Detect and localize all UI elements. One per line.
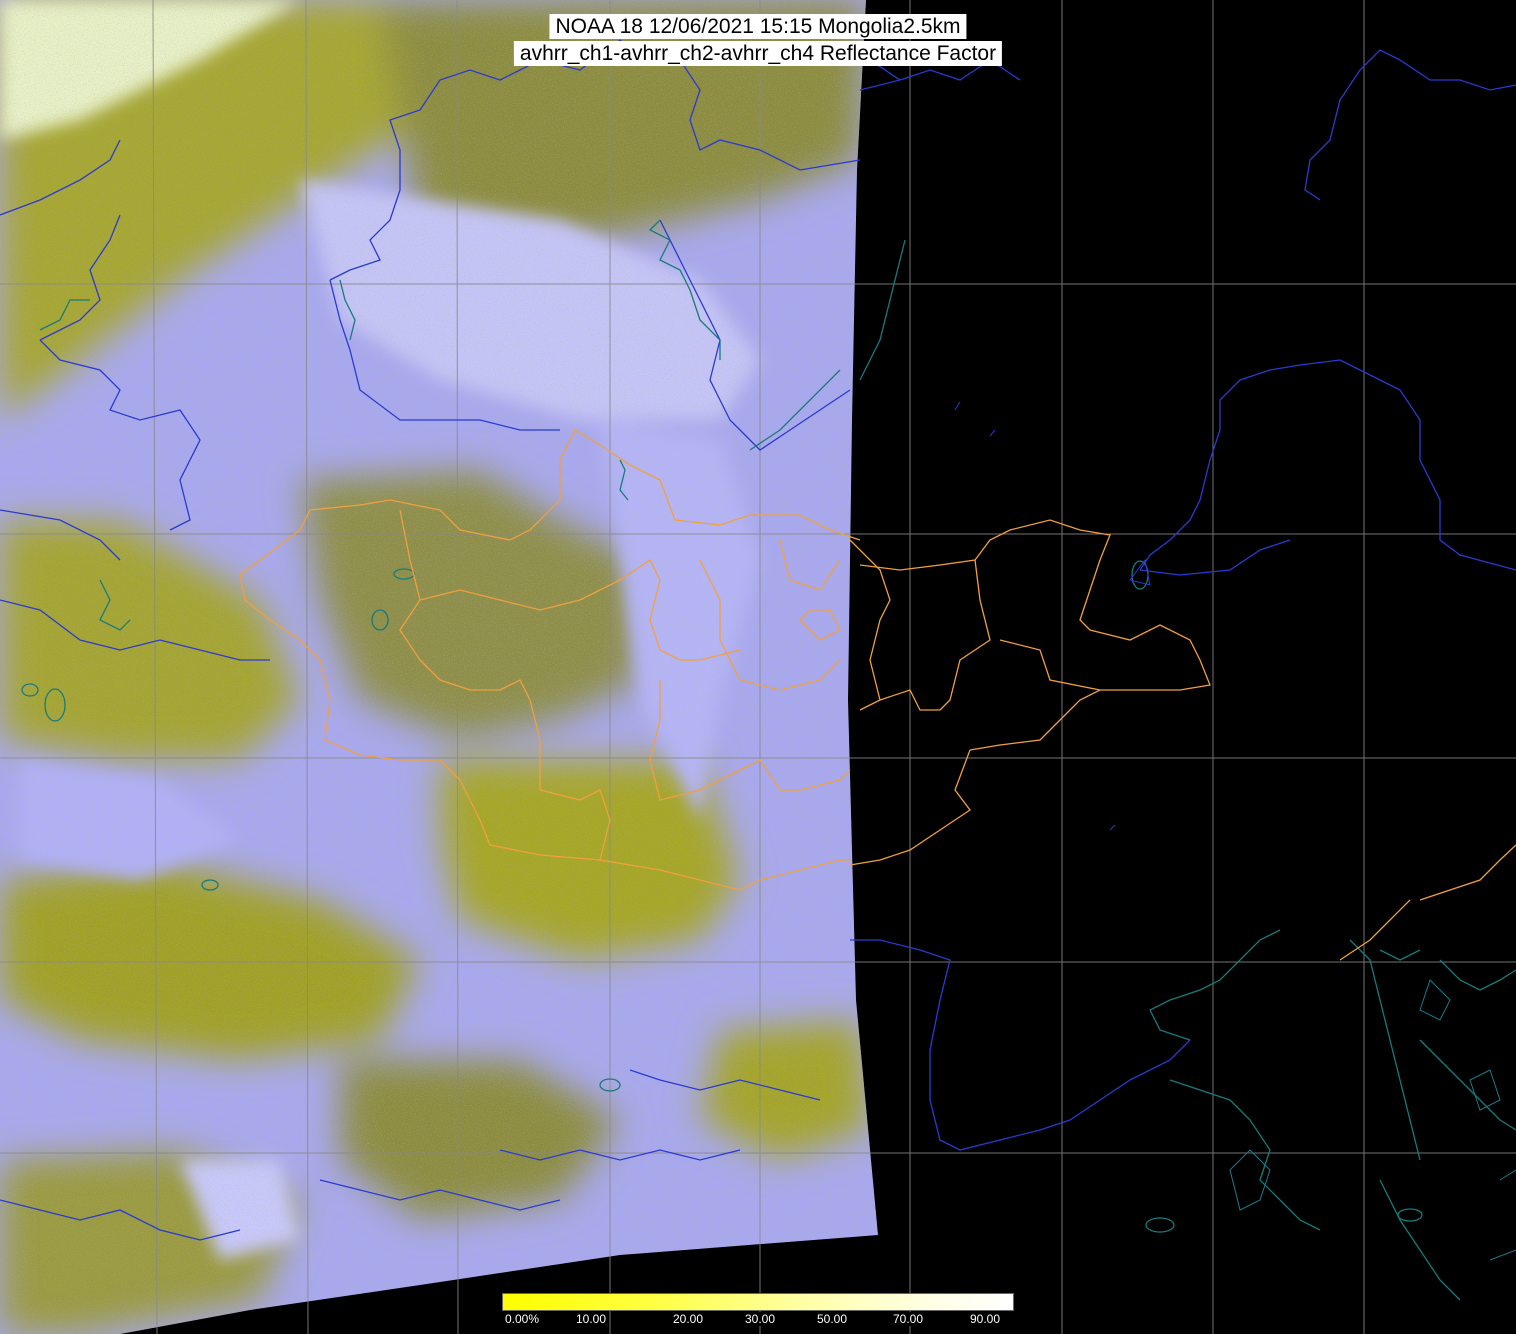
noise-texture xyxy=(0,0,878,1334)
colorbar-tick-label: 50.00 xyxy=(816,1312,849,1326)
colorbar-gradient xyxy=(502,1293,1014,1311)
colorbar-tick-label: 90.00 xyxy=(969,1312,1002,1326)
colorbar-legend: 0.00% 10.00 20.00 30.00 50.00 70.00 90.00 xyxy=(502,1293,1014,1333)
satellite-swath xyxy=(0,0,878,1334)
map-title: NOAA 18 12/06/2021 15:15 Mongolia2.5km xyxy=(549,14,967,39)
colorbar-tick-label: 70.00 xyxy=(892,1312,925,1326)
colorbar-tick-label: 0.00% xyxy=(504,1312,541,1326)
satellite-map xyxy=(0,0,1516,1334)
colorbar-tick-label: 20.00 xyxy=(672,1312,705,1326)
map-subtitle: avhrr_ch1-avhrr_ch2-avhrr_ch4 Reflectanc… xyxy=(513,41,1003,66)
colorbar-tick-label: 30.00 xyxy=(744,1312,777,1326)
colorbar-tick-label: 10.00 xyxy=(575,1312,608,1326)
